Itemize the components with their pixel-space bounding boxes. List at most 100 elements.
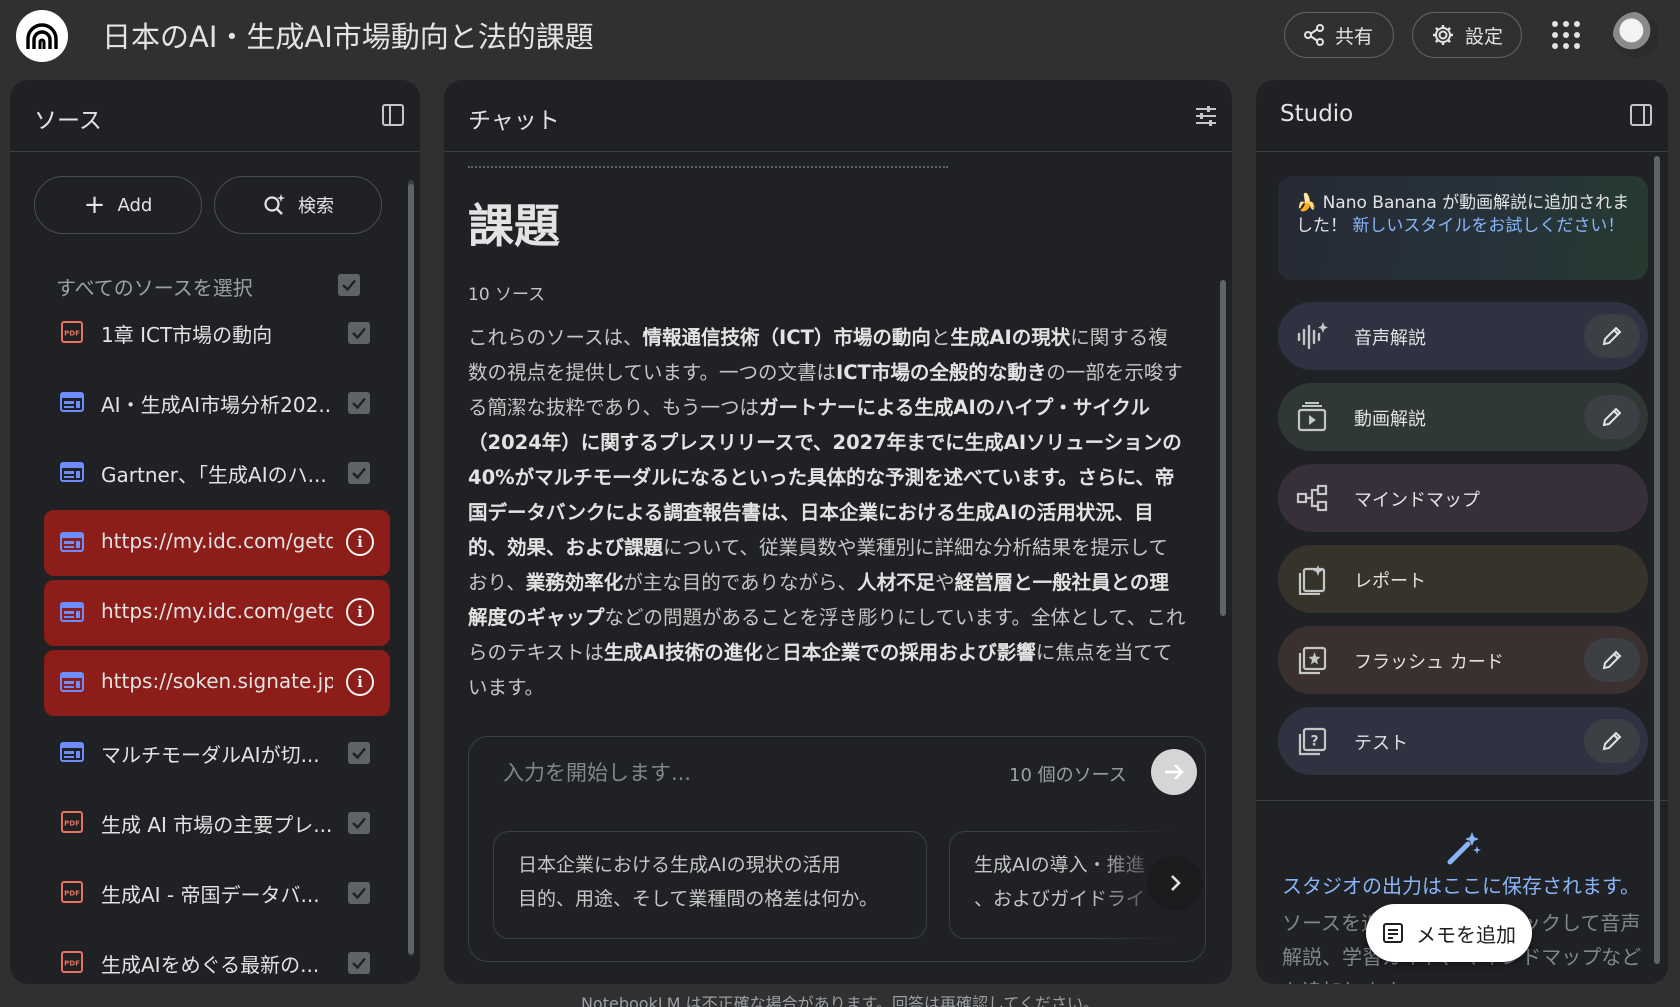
pdf-icon: PDF bbox=[60, 950, 84, 978]
web-icon bbox=[60, 740, 84, 768]
source-summary: これらのソースは、情報通信技術（ICT）市場の動向と生成AIの現状に関する複数の… bbox=[468, 320, 1186, 705]
source-checkbox[interactable] bbox=[348, 882, 370, 904]
tune-icon[interactable] bbox=[1194, 104, 1218, 128]
info-icon[interactable]: i bbox=[346, 598, 374, 626]
chat-scrollbar[interactable] bbox=[1220, 280, 1226, 616]
source-item[interactable]: https://soken.signate.jp... i bbox=[44, 650, 390, 716]
studio-card-label: マインドマップ bbox=[1354, 490, 1480, 511]
source-item[interactable]: Gartner、「生成AIのハ... bbox=[44, 440, 390, 506]
studio-card[interactable]: レポート bbox=[1278, 545, 1648, 613]
note-icon bbox=[1383, 923, 1403, 943]
svg-text:?: ? bbox=[1310, 734, 1318, 750]
svg-text:PDF: PDF bbox=[64, 890, 80, 898]
add-source-button[interactable]: + Add bbox=[34, 176, 202, 234]
pencil-icon bbox=[1602, 326, 1622, 346]
source-checkbox[interactable] bbox=[348, 812, 370, 834]
source-item-label: 1章 ICT市場の動向 bbox=[101, 323, 273, 347]
svg-text:PDF: PDF bbox=[64, 960, 80, 968]
edit-button[interactable] bbox=[1584, 719, 1640, 763]
studio-card[interactable]: フラッシュ カード bbox=[1278, 626, 1648, 694]
mind-map-icon bbox=[1296, 482, 1328, 518]
edit-button[interactable] bbox=[1584, 395, 1640, 439]
studio-empty-title: スタジオの出力はここに保存されます。 bbox=[1282, 874, 1640, 898]
pdf-icon: PDF bbox=[60, 320, 84, 348]
web-icon bbox=[60, 670, 84, 698]
chat-composer: 入力を開始します... 10 個のソース 日本企業における生成AIの現状の活用 … bbox=[468, 736, 1206, 962]
edit-button[interactable] bbox=[1584, 314, 1640, 358]
web-icon bbox=[60, 390, 84, 418]
divider bbox=[1256, 800, 1668, 801]
pdf-icon: PDF bbox=[60, 810, 84, 838]
send-button[interactable] bbox=[1151, 749, 1197, 795]
pencil-icon bbox=[1602, 731, 1622, 751]
source-item[interactable]: PDF 生成AIをめぐる最新の... bbox=[44, 930, 390, 984]
source-checkbox[interactable] bbox=[348, 742, 370, 764]
settings-button[interactable]: 設定 bbox=[1412, 12, 1522, 58]
plus-icon: + bbox=[83, 190, 106, 220]
suggestion-chip-1[interactable]: 日本企業における生成AIの現状の活用 目的、用途、そして業種間の格差は何か。 bbox=[493, 831, 927, 939]
collapse-panel-icon[interactable] bbox=[1630, 104, 1652, 126]
notebooklm-logo[interactable] bbox=[16, 10, 68, 62]
source-item-label: 生成 AI 市場の主要プレ... bbox=[101, 813, 333, 837]
info-icon[interactable]: i bbox=[346, 668, 374, 696]
web-icon bbox=[60, 530, 84, 558]
share-button[interactable]: 共有 bbox=[1284, 12, 1394, 58]
source-checkbox[interactable] bbox=[348, 952, 370, 974]
studio-card[interactable]: 音声解説 bbox=[1278, 302, 1648, 370]
suggestion-1-line2: 目的、用途、そして業種間の格差は何か。 bbox=[518, 888, 879, 910]
source-item[interactable]: PDF 生成AI - 帝国データバ... bbox=[44, 860, 390, 926]
studio-card-label: テスト bbox=[1354, 733, 1408, 754]
add-note-button[interactable]: メモを追加 bbox=[1366, 904, 1532, 962]
studio-card[interactable]: 動画解説 bbox=[1278, 383, 1648, 451]
magic-wand-icon bbox=[1447, 832, 1481, 865]
summary-emphasis: 生成AIの現状 bbox=[950, 326, 1071, 349]
source-item[interactable]: PDF 生成 AI 市場の主要プレ... bbox=[44, 790, 390, 856]
summary-emphasis: 生成AI技術の進化 bbox=[603, 641, 763, 664]
discover-sources-button[interactable]: 検索 bbox=[214, 176, 382, 234]
apps-grid-icon[interactable] bbox=[1552, 21, 1580, 49]
banner-link[interactable]: 新しいスタイルをお試しください！ bbox=[1352, 216, 1624, 236]
sources-scrollbar[interactable] bbox=[408, 184, 414, 954]
summary-emphasis: ICT市場の全般的な動き bbox=[835, 361, 1047, 384]
share-label: 共有 bbox=[1335, 25, 1374, 48]
source-item-label: 生成AI - 帝国データバ... bbox=[101, 883, 320, 907]
web-icon bbox=[60, 460, 84, 488]
collapse-panel-icon[interactable] bbox=[382, 104, 404, 126]
summary-emphasis: ガートナーによる生成AIのハイプ・サイクル（2024年）に関するプレスリリースで… bbox=[468, 396, 1182, 559]
studio-card-label: フラッシュ カード bbox=[1354, 652, 1504, 673]
summary-text: これらのソースは、 bbox=[468, 326, 643, 349]
search-spark-icon bbox=[264, 194, 285, 215]
source-checkbox[interactable] bbox=[348, 462, 370, 484]
studio-scrollbar[interactable] bbox=[1654, 156, 1660, 964]
chat-input[interactable]: 入力を開始します... bbox=[503, 757, 691, 787]
discover-label: 検索 bbox=[298, 196, 334, 217]
source-item[interactable]: https://my.idc.com/getd... i bbox=[44, 580, 390, 646]
source-checkbox[interactable] bbox=[348, 392, 370, 414]
summary-text: や bbox=[935, 571, 955, 594]
studio-title: Studio bbox=[1280, 101, 1354, 127]
studio-card-label: 音声解説 bbox=[1354, 328, 1426, 349]
chat-title: チャット bbox=[468, 108, 560, 134]
chat-panel: チャット 課題 10 ソース これらのソースは、情報通信技術（ICT）市場の動向… bbox=[444, 80, 1232, 984]
select-all-label: すべてのソースを選択 bbox=[56, 276, 253, 300]
next-suggestions-button[interactable] bbox=[1147, 855, 1203, 911]
info-icon[interactable]: i bbox=[346, 528, 374, 556]
pdf-icon: PDF bbox=[60, 880, 84, 908]
source-checkbox[interactable] bbox=[348, 322, 370, 344]
summary-emphasis: 業務効率化 bbox=[525, 571, 624, 594]
source-item[interactable]: https://my.idc.com/getd... i bbox=[44, 510, 390, 576]
studio-card[interactable]: ? テスト bbox=[1278, 707, 1648, 775]
top-bar: 日本のAI・生成AI市場動向と法的課題 共有 設定 bbox=[0, 0, 1680, 72]
pencil-icon bbox=[1602, 407, 1622, 427]
source-item-label: 生成AIをめぐる最新の... bbox=[101, 953, 320, 977]
notebook-title[interactable]: 日本のAI・生成AI市場動向と法的課題 bbox=[102, 14, 594, 56]
source-item[interactable]: マルチモーダルAIが切... bbox=[44, 720, 390, 786]
source-item[interactable]: PDF 1章 ICT市場の動向 bbox=[44, 300, 390, 366]
edit-button[interactable] bbox=[1584, 638, 1640, 682]
select-all-checkbox[interactable] bbox=[338, 274, 360, 296]
source-item[interactable]: AI・生成AI市場分析202... bbox=[44, 370, 390, 436]
source-item-label: マルチモーダルAIが切... bbox=[101, 743, 320, 767]
avatar[interactable] bbox=[1613, 12, 1659, 58]
studio-card[interactable]: マインドマップ bbox=[1278, 464, 1648, 532]
video-overview-icon bbox=[1296, 401, 1328, 437]
